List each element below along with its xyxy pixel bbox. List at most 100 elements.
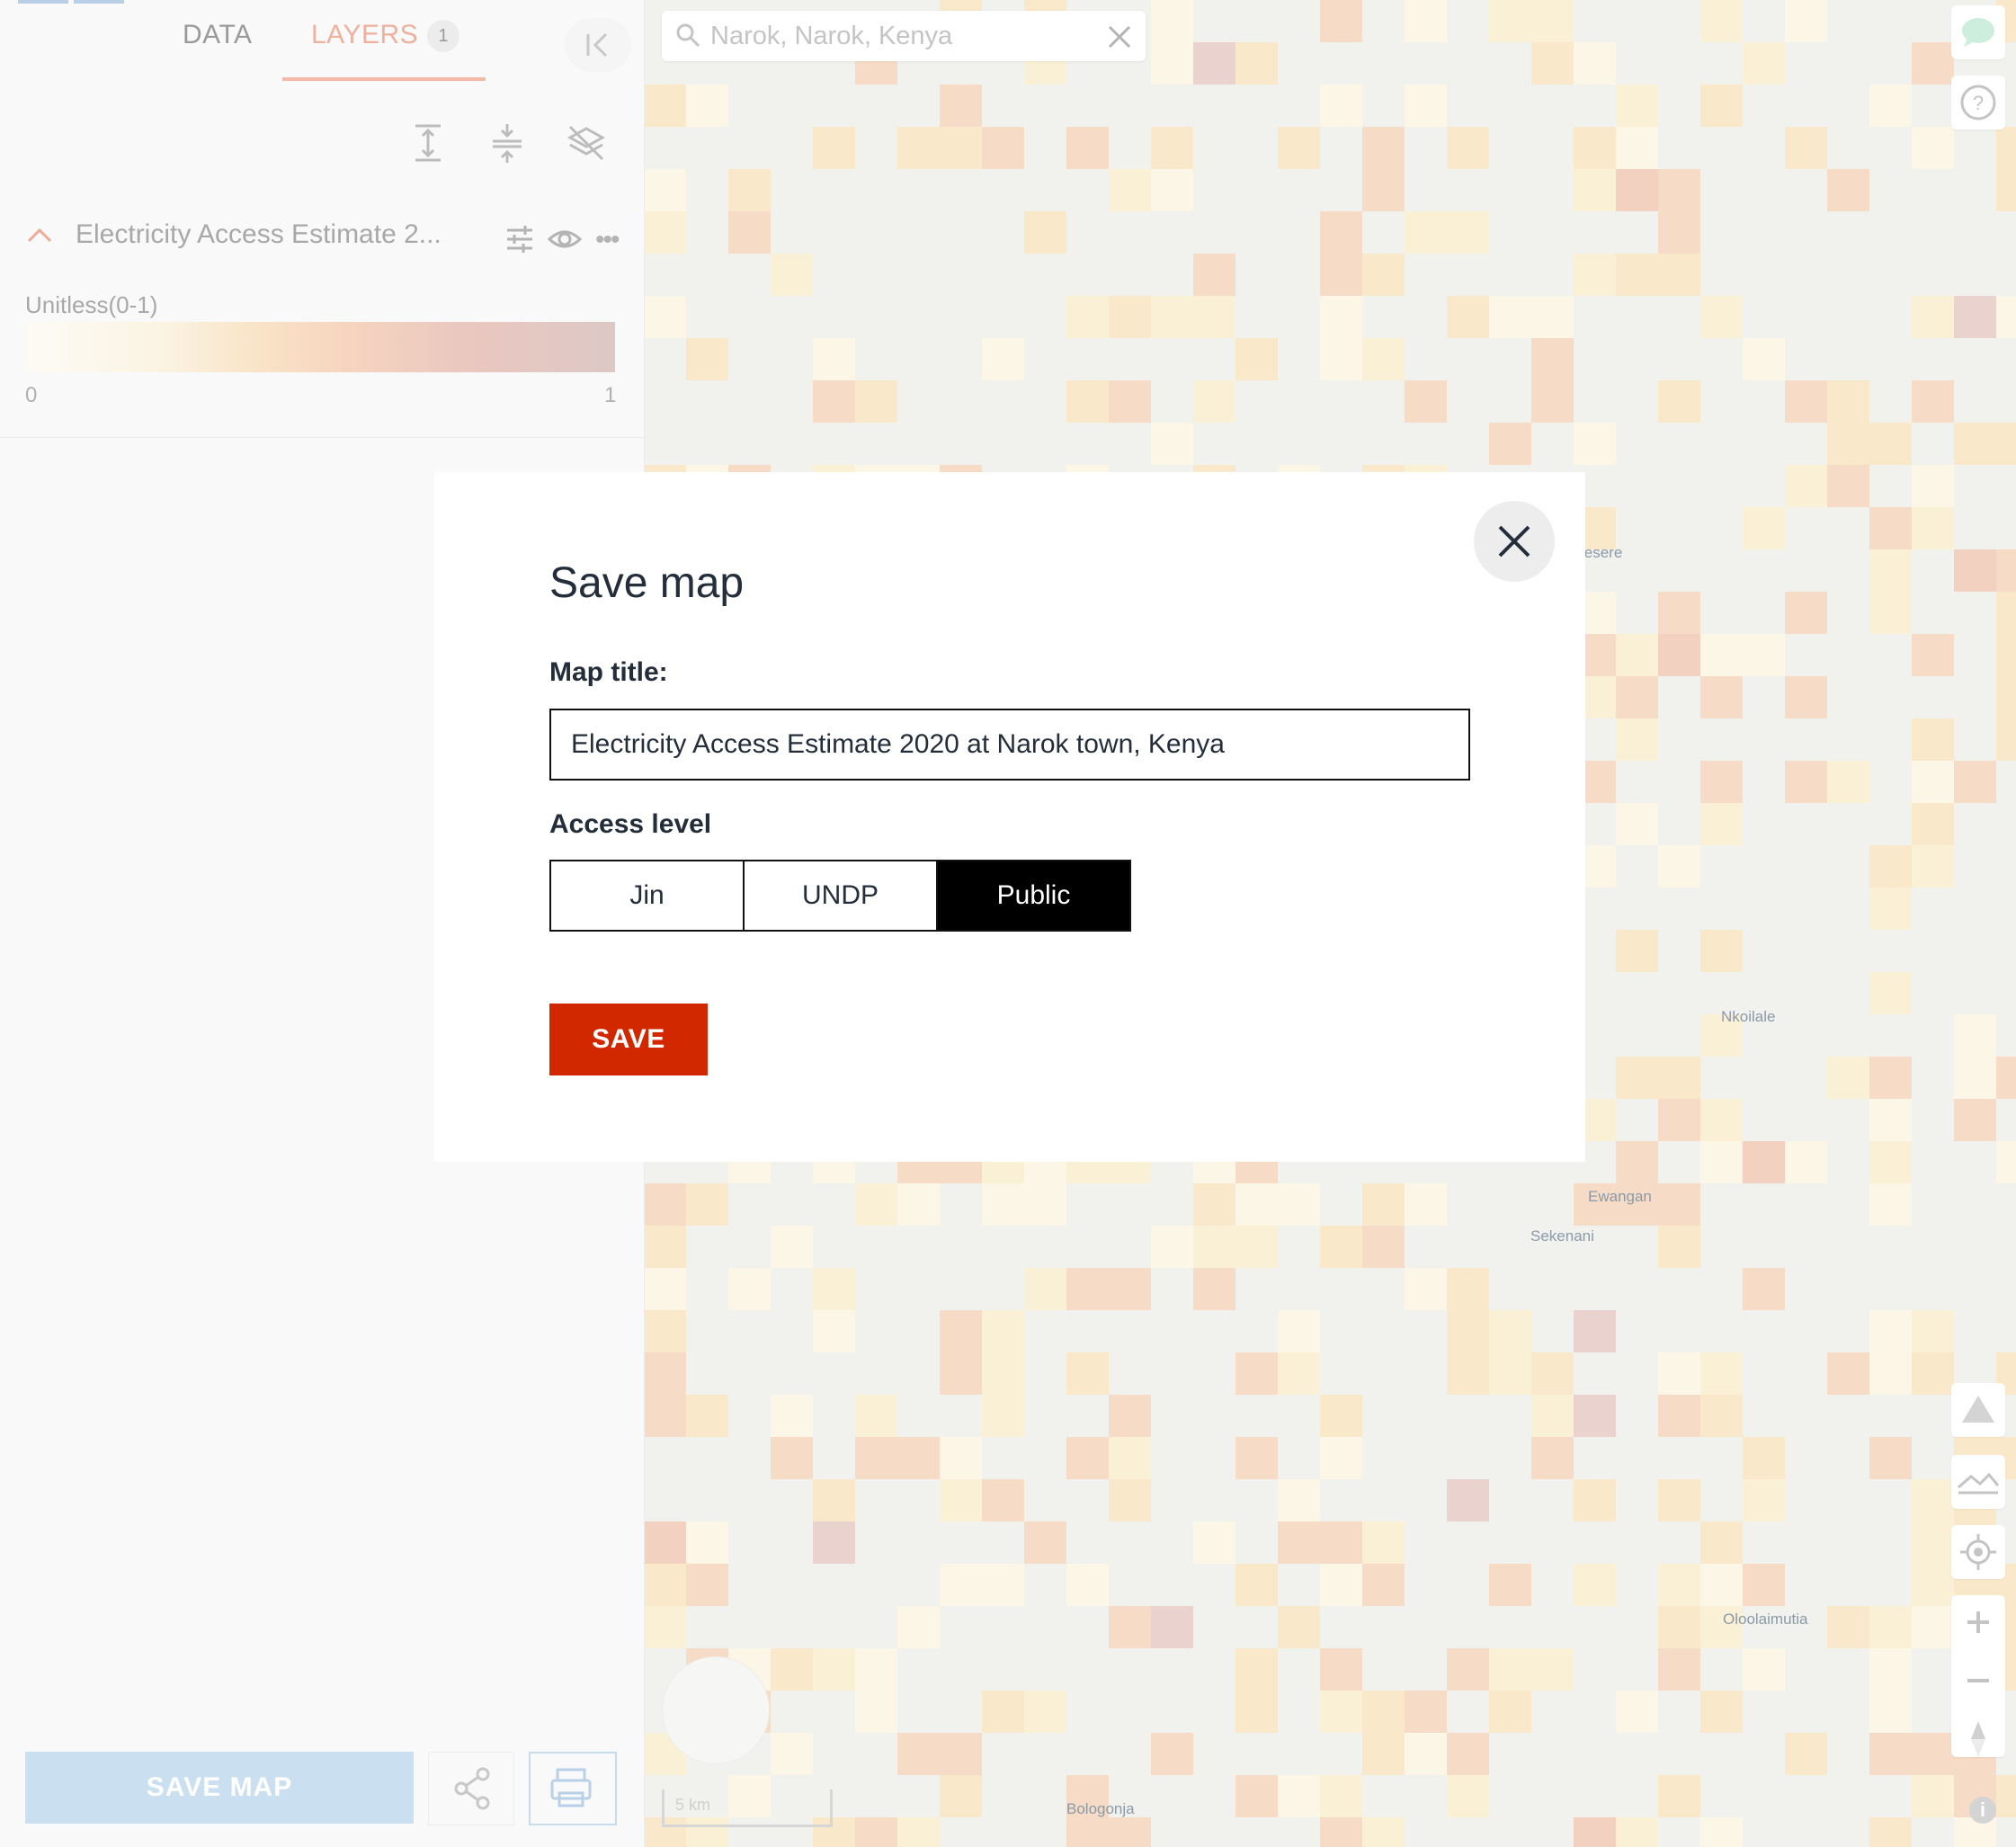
raster-cell: [1912, 1310, 1954, 1352]
raster-cell: [1869, 1691, 1912, 1733]
close-dialog-button[interactable]: [1474, 501, 1555, 582]
tab-data[interactable]: DATA: [183, 20, 253, 50]
raster-cell: [1658, 1775, 1700, 1817]
access-option-undp[interactable]: UNDP: [743, 861, 936, 930]
mountain-icon: [1958, 1472, 2000, 1495]
raster-cell: [1658, 1648, 1700, 1691]
raster-cell: [1658, 1395, 1700, 1437]
map-title-input[interactable]: [549, 709, 1470, 781]
raster-cell: [1362, 1817, 1405, 1847]
share-button[interactable]: [428, 1752, 514, 1825]
raster-cell: [1700, 1141, 1743, 1183]
raster-cell: [1151, 42, 1193, 85]
search-input[interactable]: Narok, Narok, Kenya: [710, 22, 952, 51]
raster-cell: [1320, 1564, 1362, 1606]
save-button[interactable]: SAVE: [549, 1004, 708, 1075]
place-label-sekenani: Sekenani: [1530, 1227, 1594, 1245]
chevron-up-icon[interactable]: [25, 221, 54, 252]
save-map-button[interactable]: SAVE MAP: [25, 1752, 414, 1824]
zoom-out-icon[interactable]: [1951, 1654, 2005, 1708]
raster-cell: [1616, 169, 1658, 211]
raster-cell: [1362, 254, 1405, 296]
geolocate-button[interactable]: [1951, 1525, 2005, 1579]
raster-cell: [1827, 761, 1869, 803]
raster-cell: [1658, 1183, 1700, 1226]
terrain-button[interactable]: [1951, 1383, 2005, 1437]
raster-cell: [1362, 1183, 1405, 1226]
raster-cell: [1700, 296, 1743, 338]
layer-item[interactable]: Electricity Access Estimate 2... •••: [0, 216, 644, 270]
more-options-icon[interactable]: •••: [595, 225, 620, 255]
raster-cell: [982, 1479, 1024, 1521]
access-option-jin[interactable]: Jin: [551, 861, 743, 930]
eye-icon[interactable]: [547, 221, 583, 262]
raster-cell: [771, 1648, 813, 1691]
divider: [0, 437, 644, 438]
raster-cell: [982, 1395, 1024, 1437]
compass-north-icon[interactable]: [1951, 1712, 2005, 1766]
raster-cell: [1109, 1395, 1151, 1437]
raster-cell: [1109, 1817, 1151, 1847]
access-option-public[interactable]: Public: [936, 861, 1129, 930]
raster-cell: [1658, 211, 1700, 254]
raster-cell: [1912, 1775, 1954, 1817]
raster-cell: [1869, 1648, 1912, 1691]
raster-cell: [1743, 1479, 1785, 1521]
raster-cell: [1616, 85, 1658, 127]
elevation-button[interactable]: [1951, 1455, 2005, 1509]
layers-count-badge: 1: [427, 20, 460, 53]
raster-cell: [1785, 592, 1827, 634]
raster-cell: [1278, 1352, 1320, 1395]
raster-cell: [686, 338, 728, 380]
expand-all-button[interactable]: [406, 121, 450, 165]
layer-settings-icon[interactable]: [504, 223, 536, 260]
raster-cell: [644, 296, 686, 338]
raster-cell: [1489, 1648, 1531, 1691]
raster-cell: [686, 1183, 728, 1226]
clear-search-icon[interactable]: [1106, 20, 1133, 58]
raster-cell: [1024, 211, 1066, 254]
raster-cell: [1912, 1521, 1954, 1564]
raster-cell: [1912, 761, 1954, 803]
locate-icon: [1960, 1534, 1996, 1570]
raster-cell: [940, 1352, 982, 1395]
raster-cell: [1616, 803, 1658, 845]
feedback-button[interactable]: [1951, 5, 2005, 59]
raster-cell: [1700, 0, 1743, 42]
location-search[interactable]: Narok, Narok, Kenya: [662, 11, 1146, 61]
minimap-globe[interactable]: [662, 1656, 770, 1764]
raster-cell: [644, 1310, 686, 1352]
raster-cell: [1658, 592, 1700, 634]
raster-cell: [644, 85, 686, 127]
search-icon: [676, 23, 700, 48]
raster-cell: [897, 1733, 940, 1775]
zoom-in-icon[interactable]: [1951, 1595, 2005, 1649]
raster-cell: [982, 127, 1024, 169]
collapse-all-button[interactable]: [486, 121, 529, 165]
printer-icon: [550, 1768, 592, 1807]
collapse-panel-button[interactable]: [565, 18, 631, 72]
raster-cell: [1996, 127, 2016, 169]
raster-cell: [982, 1564, 1024, 1606]
raster-cell: [1066, 1437, 1109, 1479]
print-button[interactable]: [529, 1752, 617, 1825]
dialog-title: Save map: [549, 559, 745, 607]
info-icon[interactable]: i: [1969, 1797, 1996, 1824]
help-button[interactable]: ?: [1951, 76, 2005, 129]
raster-cell: [1320, 1817, 1362, 1847]
tab-layers[interactable]: LAYERS 1: [311, 20, 460, 53]
raster-cell: [940, 1310, 982, 1352]
raster-cell: [1235, 1183, 1278, 1226]
raster-cell: [1447, 1352, 1489, 1395]
raster-cell: [1320, 1437, 1362, 1479]
raster-cell: [1151, 1733, 1193, 1775]
raster-cell: [1109, 1606, 1151, 1648]
top-strip: [74, 0, 124, 4]
hide-all-layers-button[interactable]: [565, 121, 608, 165]
raster-cell: [686, 1564, 728, 1606]
raster-cell: [1235, 1352, 1278, 1395]
raster-cell: [686, 85, 728, 127]
raster-cell: [1278, 1521, 1320, 1564]
raster-cell: [1658, 380, 1700, 423]
raster-cell: [982, 1691, 1024, 1733]
